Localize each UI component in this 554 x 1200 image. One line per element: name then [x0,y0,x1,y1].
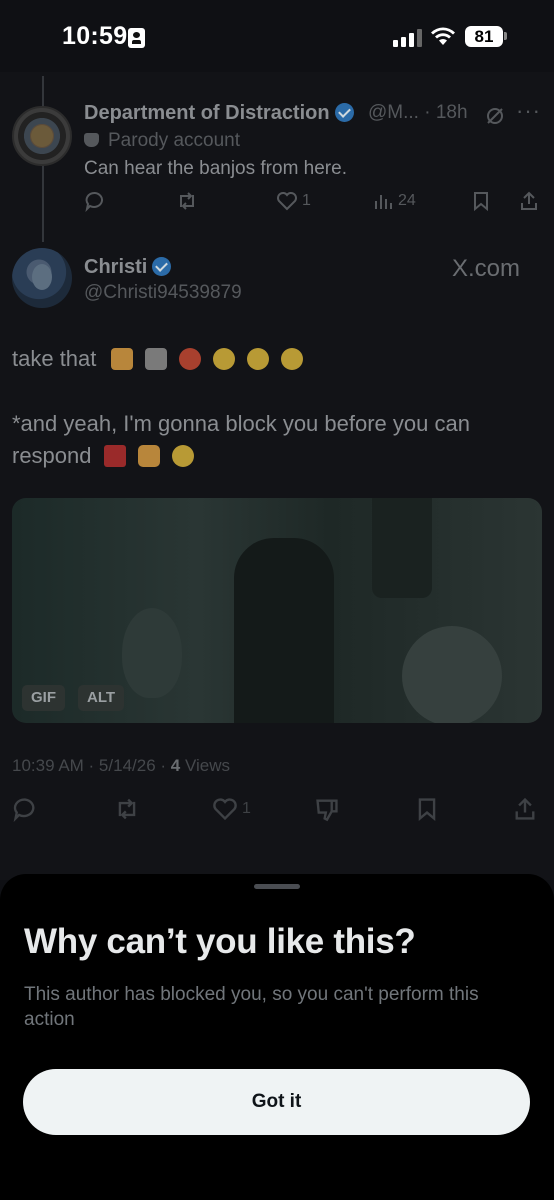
status-bar: 10:59 81 [0,0,554,72]
battery-indicator: 81 [465,26,503,47]
gif-badge: GIF [22,685,65,711]
contact-card-icon [128,28,145,48]
verified-badge-icon [334,103,354,122]
share-icon [521,191,537,210]
share-button[interactable] [512,796,538,822]
banjo-emoji-icon [144,348,167,370]
bookmark-button[interactable] [470,190,492,212]
dizzy-face-emoji-icon [212,348,235,370]
reply-icon [85,192,103,212]
like-button[interactable]: 1 [212,796,251,822]
cellular-signal-icon [393,29,423,47]
parent-tweet-actions: 1 24 [84,190,544,220]
sheet-grabber[interactable] [254,884,300,889]
like-icon [277,192,297,211]
tweet-actions: 1 [12,796,542,826]
parent-tweet-text: Can hear the banjos from here. [84,158,347,179]
grok-icon[interactable] [484,105,506,127]
alt-badge[interactable]: ALT [78,685,125,711]
tweet-text-line-2: *and yeah, I'm gonna block you before yo… [12,411,470,468]
sheet-title: Why can’t you like this? [24,922,416,961]
got-it-button[interactable]: Got it [23,1069,530,1135]
tweet-meta: 10:39 AM · 5/14/26 · 4 Views [12,756,231,775]
avatar[interactable] [12,106,72,166]
share-button[interactable] [518,190,540,212]
gif-scene-person [234,538,334,723]
wifi-icon [431,27,455,45]
reply-icon [13,798,35,822]
dislike-button[interactable] [314,796,340,822]
more-options-icon[interactable]: ··· [516,98,541,124]
tweet-detail: Department of Distraction @M... · 18h ··… [0,72,554,880]
bookmark-button[interactable] [414,796,440,822]
like-button[interactable]: 1 [276,190,311,212]
smirk-face-emoji-icon [281,348,304,370]
gif-scene-banjo [402,626,502,723]
reply-button[interactable] [12,796,38,822]
collision-emoji-icon [178,348,201,370]
retweet-button[interactable] [114,796,140,822]
zipper-face-emoji-icon [247,348,270,370]
retweet-icon [118,798,136,820]
views-button[interactable]: 24 [372,190,416,212]
parody-mask-icon [84,133,99,147]
gif-media[interactable]: GIF ALT [12,498,542,723]
bookmark-icon [474,192,488,212]
screen: 10:59 81 Department of Distraction @M...… [0,0,554,1200]
dislike-icon [316,799,338,822]
parody-label: Parody account [84,130,240,152]
views-icon [375,195,392,209]
pointing-down-emoji-icon [110,348,133,370]
grinning-face-emoji-icon [171,445,194,467]
author-handle: @Christi94539879 [84,282,242,303]
verified-badge-icon [152,257,172,276]
x-com-watermark: X.com [452,255,521,282]
retweet-icon [180,192,194,210]
tweet-text-line-1: take that [12,346,309,372]
parent-author-handle: @M... · 18h [368,102,468,123]
retweet-button[interactable] [176,190,198,212]
author-name[interactable]: Christi [84,256,172,279]
share-icon [515,797,535,820]
reply-button[interactable] [84,190,106,212]
battery-tip [504,32,507,40]
avatar[interactable] [12,248,72,308]
blocked-info-sheet: Why can’t you like this? This author has… [0,874,554,1200]
sheet-body: This author has blocked you, so you can'… [24,984,479,1030]
bookmark-icon [418,798,436,821]
gif-scene-guitar [122,608,182,698]
status-time: 10:59 [62,22,128,50]
gif-scene-figure [372,498,432,598]
ok-hand-emoji-icon [137,445,160,467]
like-icon [213,798,237,821]
parent-author-name[interactable]: Department of Distraction [84,102,354,125]
hundred-points-emoji-icon [103,445,126,467]
